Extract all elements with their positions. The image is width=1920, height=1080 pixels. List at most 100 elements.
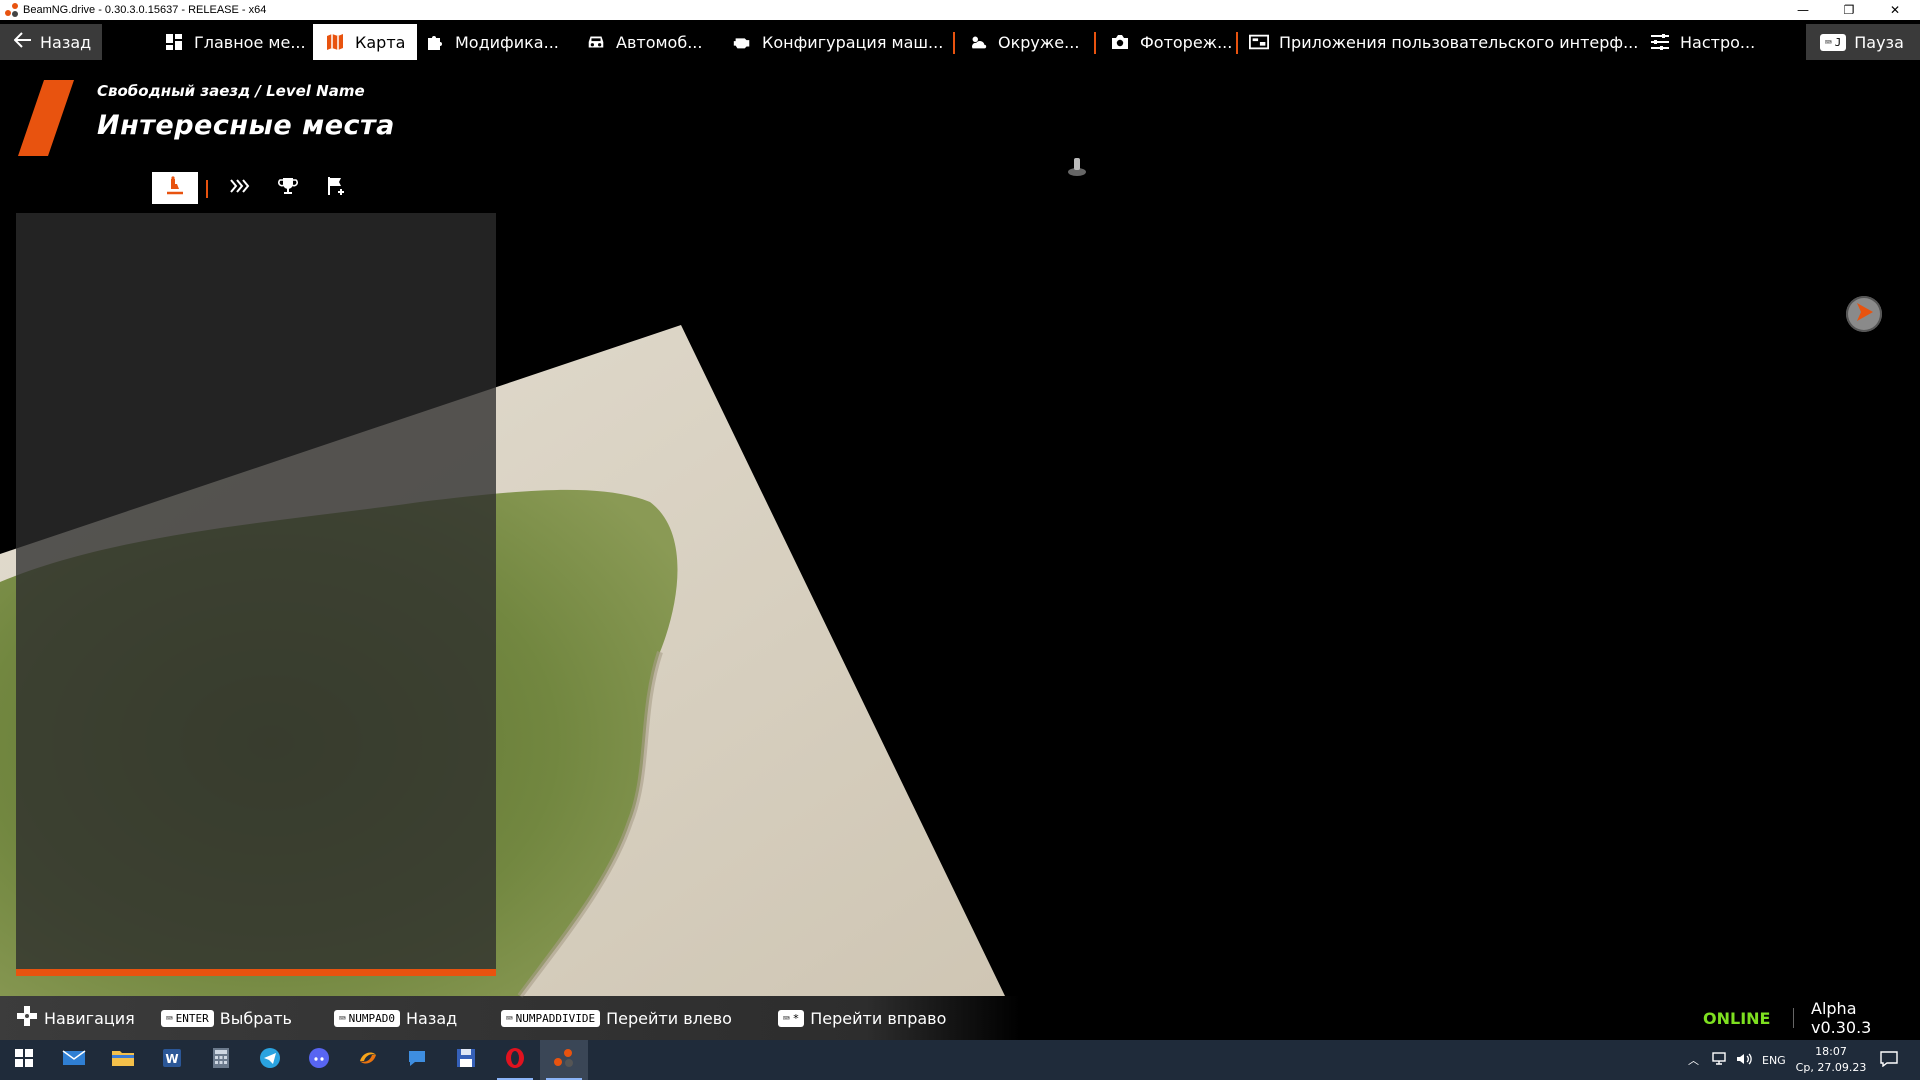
taskbar-calculator[interactable] — [197, 1040, 245, 1080]
arrow-left-icon — [13, 32, 32, 52]
keyboard-icon: ⌨ — [506, 1011, 513, 1025]
status-separator — [1793, 1008, 1794, 1028]
menu-item-photo-mode[interactable]: Фотореж... — [1110, 24, 1232, 60]
puzzle-icon — [425, 33, 445, 51]
car-icon — [586, 33, 606, 51]
start-button[interactable] — [0, 1040, 48, 1080]
keyboard-icon: ⌨ — [339, 1011, 346, 1025]
back-button[interactable]: Назад — [0, 24, 102, 60]
menu-item-vehicles[interactable]: Автомоб... — [586, 24, 702, 60]
taskbar-discord[interactable] — [295, 1040, 343, 1080]
volume-icon — [1736, 1052, 1754, 1069]
word-icon: W — [161, 1047, 183, 1073]
notification-icon — [1880, 1050, 1898, 1070]
filter-tab-challenges[interactable] — [265, 172, 311, 204]
panel-accent-bar — [16, 969, 496, 976]
hint-tab-left: ⌨ NUMPADDIVIDE Перейти влево — [501, 996, 732, 1040]
hint-navigation: Навигация — [16, 996, 135, 1040]
taskbar-beamng[interactable] — [540, 1040, 588, 1080]
keyboard-icon: ⌨ — [1825, 35, 1832, 49]
taskbar-opera[interactable] — [491, 1040, 539, 1080]
dashboard-icon — [164, 33, 184, 51]
close-button[interactable]: ✕ — [1872, 0, 1918, 20]
keyboard-icon: ⌨ — [783, 1011, 790, 1025]
floppy-icon — [456, 1048, 476, 1072]
folder-icon — [111, 1048, 135, 1072]
spawn-point-icon — [164, 175, 186, 201]
vehicle-marker[interactable] — [1068, 158, 1086, 176]
filter-tab-routes[interactable] — [217, 172, 263, 204]
menu-separator — [953, 32, 955, 54]
keyboard-key-badge: ⌨ NUMPAD0 — [334, 1009, 400, 1027]
chat-app-icon — [406, 1047, 428, 1073]
camera-icon — [1110, 33, 1130, 51]
menu-item-map[interactable]: Карта — [313, 24, 418, 60]
minimize-button[interactable]: — — [1780, 0, 1826, 20]
ui-apps-icon — [1249, 33, 1269, 51]
page-title: Интересные места — [97, 110, 395, 141]
flag-add-icon — [325, 175, 347, 201]
tray-clock[interactable]: 18:07 Ср, 27.09.23 — [1795, 1044, 1867, 1076]
hint-select: ⌨ ENTER Выбрать — [161, 996, 292, 1040]
keyboard-key-badge: ⌨ ENTER — [161, 1009, 214, 1027]
restore-button[interactable]: ❐ — [1826, 0, 1872, 20]
top-menu-bar: Назад Главное ме... Карта Модифика... Ав… — [0, 20, 1920, 62]
filter-tab-spawn-points[interactable] — [152, 172, 198, 204]
windows-taskbar: W ︿ ENG 18:07 Ср, 27.09.23 — [0, 1040, 1920, 1080]
keyboard-key-badge: ⌨ * — [778, 1009, 805, 1027]
keyboard-key-badge: ⌨ NUMPADDIVIDE — [501, 1009, 601, 1027]
menu-separator — [1094, 32, 1096, 54]
menu-item-ui-apps[interactable]: Приложения пользовательского интерф... — [1249, 24, 1638, 60]
taskbar-word[interactable]: W — [148, 1040, 196, 1080]
menu-item-main[interactable]: Главное ме... — [164, 24, 306, 60]
window-titlebar: BeamNG.drive - 0.30.3.0.15637 - RELEASE … — [0, 0, 1920, 20]
discord-icon — [308, 1047, 330, 1073]
tray-volume[interactable] — [1736, 1040, 1754, 1080]
opera-icon — [504, 1047, 526, 1073]
filter-tab-add-flag[interactable] — [313, 172, 359, 204]
navigation-arrow-icon — [1853, 301, 1875, 327]
notification-center-button[interactable] — [1880, 1040, 1898, 1080]
breadcrumb: Свободный заезд / Level Name — [97, 82, 365, 100]
clock-date: Ср, 27.09.23 — [1795, 1061, 1867, 1074]
sliders-icon — [1650, 33, 1670, 51]
hint-tab-right: ⌨ * Перейти вправо — [778, 996, 946, 1040]
menu-item-mods[interactable]: Модифика... — [425, 24, 559, 60]
menu-item-vehicle-config[interactable]: Конфигурация маш... — [732, 24, 943, 60]
calculator-icon — [212, 1047, 230, 1073]
svg-text:W: W — [165, 1052, 178, 1066]
taskbar-save-app[interactable] — [442, 1040, 490, 1080]
engine-icon — [732, 33, 752, 51]
windows-logo-icon — [15, 1049, 33, 1071]
filter-separator — [206, 180, 208, 198]
pause-button[interactable]: ⌨ J Пауза — [1806, 24, 1920, 60]
menu-separator — [1236, 32, 1238, 54]
clock-time: 18:07 — [1815, 1045, 1847, 1058]
online-status: ONLINE — [1703, 1008, 1771, 1028]
taskbar-explorer[interactable] — [99, 1040, 147, 1080]
beamng-slash-logo — [18, 80, 74, 156]
tray-overflow-button[interactable]: ︿ — [1688, 1040, 1699, 1080]
taskbar-app-blue[interactable] — [393, 1040, 441, 1080]
chevron-up-icon: ︿ — [1688, 1054, 1699, 1067]
taskbar-app-orange[interactable] — [344, 1040, 392, 1080]
network-icon — [1712, 1051, 1730, 1069]
tray-network[interactable] — [1712, 1040, 1730, 1080]
swirl-app-icon — [357, 1047, 379, 1073]
menu-item-settings[interactable]: Настро... — [1650, 24, 1755, 60]
points-of-interest-list[interactable] — [16, 213, 496, 976]
map-icon — [325, 33, 345, 51]
keyboard-key-badge: ⌨ J — [1820, 33, 1847, 51]
trophy-icon — [278, 176, 298, 200]
beamng-app-icon — [552, 1047, 576, 1073]
menu-item-environment[interactable]: Окруже... — [968, 24, 1079, 60]
keyboard-icon: ⌨ — [166, 1011, 173, 1025]
taskbar-mail[interactable] — [50, 1040, 98, 1080]
hint-back: ⌨ NUMPAD0 Назад — [334, 996, 457, 1040]
pause-label: Пауза — [1854, 32, 1904, 52]
tray-language[interactable]: ENG — [1762, 1040, 1786, 1080]
navigation-arrow-button[interactable] — [1846, 296, 1882, 332]
weather-icon — [968, 33, 988, 51]
taskbar-telegram[interactable] — [246, 1040, 294, 1080]
beamng-app-icon — [5, 3, 19, 17]
